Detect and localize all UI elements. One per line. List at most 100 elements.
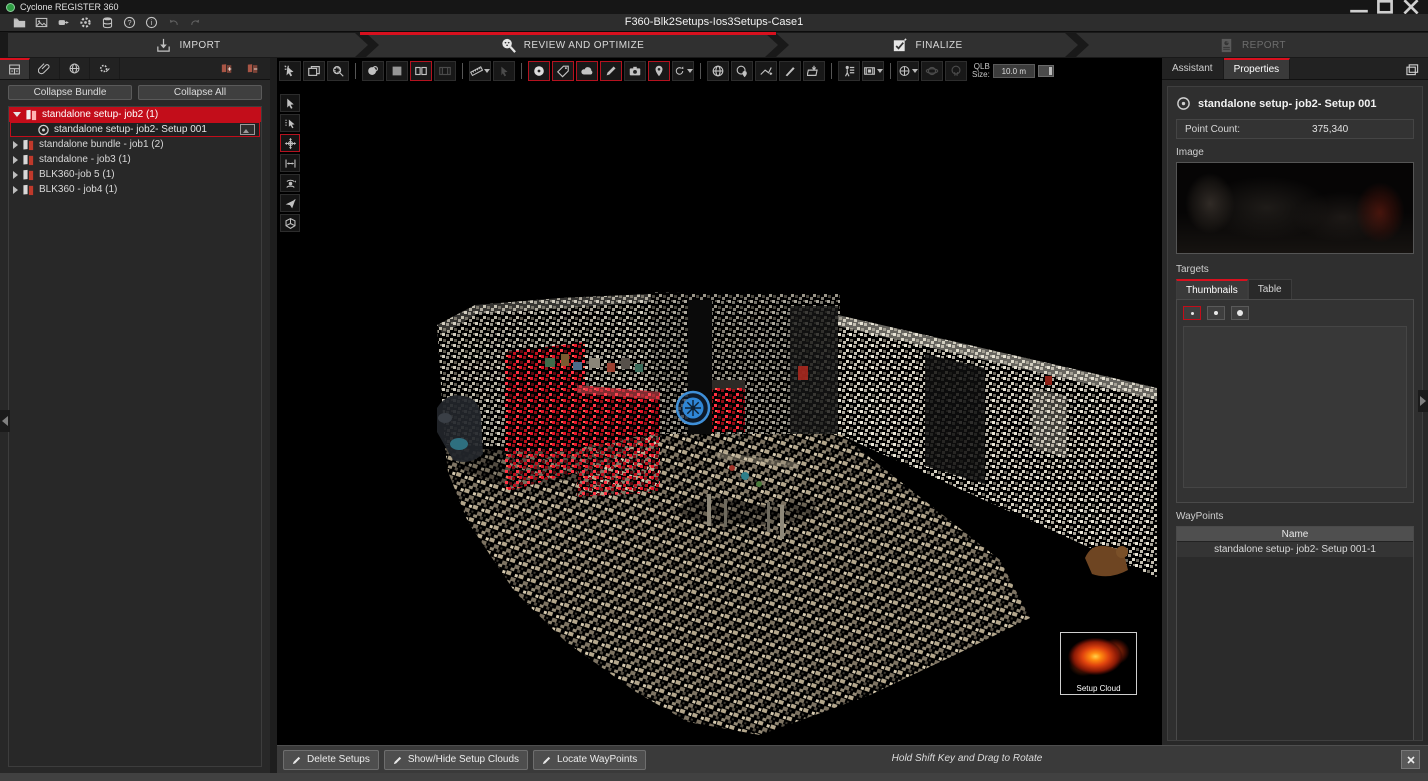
select-tool-button[interactable] [280,94,300,112]
locate-waypoints-button[interactable]: Locate WayPoints [533,750,646,770]
split-view-button[interactable] [410,61,432,81]
measure-button[interactable] [469,61,491,81]
close-bar-button[interactable] [1401,750,1420,769]
close-button[interactable] [1400,1,1422,13]
minimize-button[interactable] [1348,1,1370,13]
filmstrip-button[interactable] [862,61,884,81]
target-thumbnail-2[interactable] [1207,306,1225,320]
pano-view-button[interactable] [434,61,456,81]
collapse-right-panel-handle[interactable] [1418,390,1428,412]
help-icon[interactable]: ? [118,15,140,31]
duplicate-view-button[interactable] [303,61,325,81]
setup-target-icon [1176,96,1191,111]
tree-row-bundle-job2[interactable]: standalone setup- job2 (1) [9,107,261,122]
measure-dropdown-icon[interactable] [484,69,490,73]
target-thumbnail-3[interactable] [1231,306,1249,320]
tree-row-blk360-job4[interactable]: BLK360 - job4 (1) [9,182,261,197]
collapse-left-panel-handle[interactable] [0,410,10,432]
slice-tool-button[interactable] [779,61,801,81]
collapse-bundle-button[interactable]: Collapse Bundle [8,85,132,100]
import-device-button[interactable] [52,15,74,31]
setup-image-preview[interactable] [1176,162,1414,254]
pan-tool-button[interactable] [280,134,300,152]
point-select-tool-button[interactable] [280,114,300,132]
tab-bundles[interactable] [0,58,30,79]
step-import[interactable]: IMPORT [8,33,368,57]
fly-tool-button[interactable] [280,194,300,212]
rotate-filter-button[interactable] [672,61,694,81]
add-image-button[interactable] [624,61,646,81]
target-thumbnail-1[interactable] [1183,306,1201,320]
zoom-window-button[interactable] [327,61,349,81]
tree-row-blk360-job5[interactable]: BLK360-job 5 (1) [9,167,261,182]
bundles-icon [8,63,21,76]
tree-row-setup-001[interactable]: standalone setup- job2- Setup 001 [10,122,260,137]
add-vertex-button[interactable] [755,61,777,81]
solid-view-button[interactable] [386,61,408,81]
rotate-dropdown-icon[interactable] [687,69,693,73]
caret-right-icon[interactable] [13,171,18,179]
filmstrip-dropdown-icon[interactable] [877,69,883,73]
delete-setups-button[interactable]: Delete Setups [283,750,379,770]
qlb-size-value[interactable]: 10.0 m [993,64,1035,78]
pick-point-button[interactable] [493,61,515,81]
add-tag-button[interactable] [552,61,574,81]
tab-manage[interactable] [90,58,120,79]
viewport-3d[interactable]: M QLBSize: 10.0 m Setup Clo [277,58,1162,745]
explorer-tabs [0,58,270,80]
split-bundle-icon[interactable] [242,61,264,77]
motion-mode-button[interactable]: M [945,61,967,81]
add-waypoint-button[interactable] [648,61,670,81]
add-setup-cloud-button[interactable] [576,61,598,81]
orbit-mode-button[interactable] [921,61,943,81]
redo-icon[interactable] [184,15,206,31]
add-target-button[interactable] [528,61,550,81]
show-hide-setup-clouds-button[interactable]: Show/Hide Setup Clouds [384,750,528,770]
tab-web[interactable] [60,58,90,79]
qlb-size-slider[interactable] [1038,65,1054,77]
step-report[interactable]: REPORT [1076,33,1428,57]
view-cube-button[interactable] [897,61,919,81]
tab-properties[interactable]: Properties [1224,58,1291,79]
setup-image-icon[interactable] [240,124,255,135]
open-project-button[interactable] [8,15,30,31]
scan-info-button[interactable] [838,61,860,81]
expand-panel-icon[interactable] [1400,60,1424,78]
waypoint-row[interactable]: standalone setup- job2- Setup 001-1 [1177,542,1413,557]
view-all-button[interactable] [707,61,729,81]
tab-table[interactable]: Table [1248,279,1292,299]
tree-row-job3[interactable]: standalone - job3 (1) [9,152,261,167]
setup-cloud-thumbnail[interactable]: Setup Cloud [1060,632,1137,695]
tab-assistant[interactable]: Assistant [1162,58,1224,79]
caret-right-icon[interactable] [13,141,18,149]
cube-view-tool-button[interactable] [280,214,300,232]
target-preview-area [1183,326,1407,488]
caret-right-icon[interactable] [13,156,18,164]
info-icon[interactable]: i [140,15,162,31]
measure-distance-tool-button[interactable] [280,154,300,172]
project-explorer-panel: Collapse Bundle Collapse All standalone … [0,58,270,773]
caret-down-icon[interactable] [13,112,21,117]
view-cube-dropdown-icon[interactable] [912,69,918,73]
add-annotation-button[interactable] [600,61,622,81]
smart-select-button[interactable] [279,61,301,81]
active-step-indicator [360,32,776,35]
look-around-tool-button[interactable] [280,174,300,192]
waypoints-column-header[interactable]: Name [1177,527,1413,542]
save-image-button[interactable] [30,15,52,31]
database-icon[interactable] [96,15,118,31]
tab-thumbnails[interactable]: Thumbnails [1176,279,1248,299]
step-finalize[interactable]: FINALIZE [776,33,1078,57]
caret-right-icon[interactable] [13,186,18,194]
create-bundle-icon[interactable] [216,61,238,77]
tab-links[interactable] [30,58,60,79]
visual-alignment-button[interactable] [362,61,384,81]
step-review-and-optimize[interactable]: REVIEW AND OPTIMIZE [366,33,778,57]
settings-gear-icon[interactable] [74,15,96,31]
collapse-all-button[interactable]: Collapse All [138,85,262,100]
maximize-button[interactable] [1374,1,1396,13]
undo-icon[interactable] [162,15,184,31]
fit-cloud-button[interactable] [803,61,825,81]
view-pin-button[interactable] [731,61,753,81]
tree-row-bundle-job1[interactable]: standalone bundle - job1 (2) [9,137,261,152]
